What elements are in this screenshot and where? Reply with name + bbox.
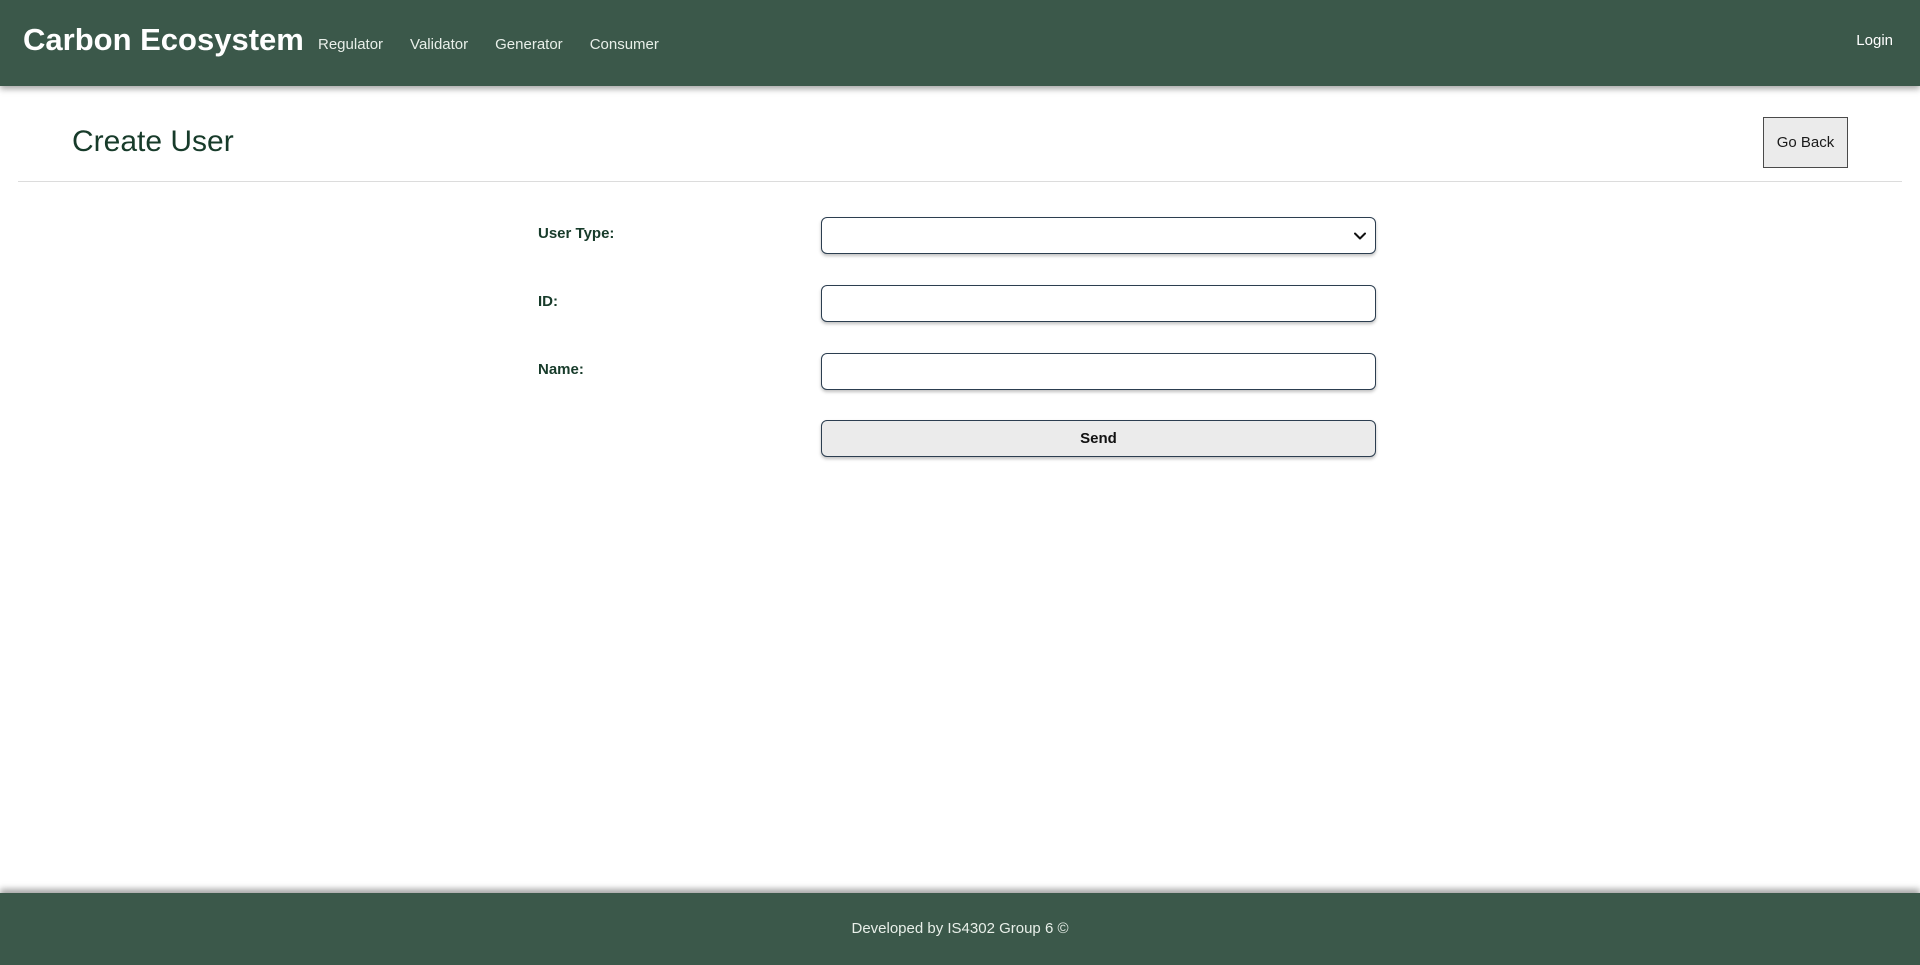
go-back-button[interactable]: Go Back	[1763, 117, 1848, 168]
name-label: Name:	[538, 361, 584, 378]
page-header: Create User Go Back	[18, 86, 1902, 182]
send-button[interactable]: Send	[821, 420, 1376, 457]
user-type-select[interactable]	[821, 217, 1376, 254]
user-type-row: User Type:	[538, 216, 1378, 254]
brand-link[interactable]: Carbon Ecosystem	[23, 19, 304, 61]
id-label: ID:	[538, 293, 558, 310]
footer-text: Developed by IS4302 Group 6 ©	[851, 920, 1069, 937]
page-title: Create User	[72, 125, 234, 158]
nav-links: Regulator Validator Generator Consumer	[304, 31, 686, 59]
name-row: Name:	[538, 352, 1378, 390]
create-user-form: User Type: ID: Name: Send	[538, 216, 1378, 460]
top-navbar: Carbon Ecosystem Regulator Validator Gen…	[0, 0, 1920, 86]
login-link[interactable]: Login	[1856, 27, 1893, 55]
id-field[interactable]	[821, 285, 1376, 322]
footer: Developed by IS4302 Group 6 ©	[0, 893, 1920, 965]
nav-link-consumer[interactable]: Consumer	[590, 31, 659, 59]
nav-link-generator[interactable]: Generator	[495, 31, 563, 59]
user-type-label: User Type:	[538, 225, 615, 242]
send-row: Send	[538, 420, 1378, 460]
name-field[interactable]	[821, 353, 1376, 390]
id-row: ID:	[538, 284, 1378, 322]
chevron-down-icon	[1353, 229, 1367, 243]
nav-link-regulator[interactable]: Regulator	[318, 31, 383, 59]
nav-link-validator[interactable]: Validator	[410, 31, 468, 59]
